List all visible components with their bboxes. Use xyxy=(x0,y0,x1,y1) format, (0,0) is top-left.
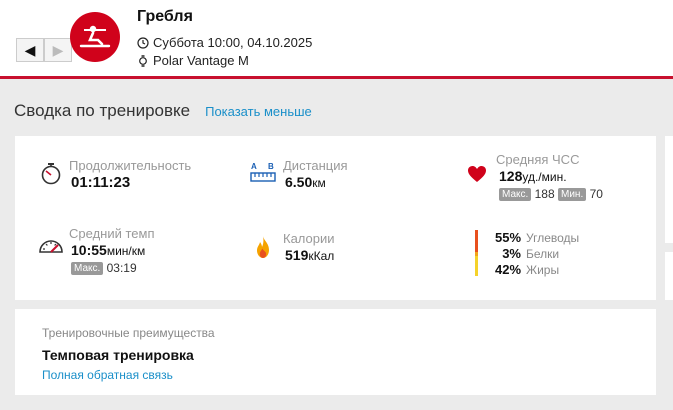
watch-icon xyxy=(139,54,147,67)
training-benefit-value: Темповая тренировка xyxy=(42,347,194,363)
macro-row-carbs: 55% Углеводы xyxy=(495,230,579,245)
pace-max: Макс. 03:19 xyxy=(71,261,137,275)
training-benefit-label: Тренировочные преимущества xyxy=(42,326,215,340)
distance-value: 6.50 xyxy=(285,174,313,190)
heart-rate-min-value: 70 xyxy=(589,187,603,201)
heart-rate-value: 128 xyxy=(499,168,523,184)
carbs-percent: 55% xyxy=(495,230,522,245)
pace-unit: мин/км xyxy=(106,244,146,258)
speedometer-icon xyxy=(39,240,63,253)
pace-value: 10:55 xyxy=(71,242,107,258)
flame-icon xyxy=(257,236,269,258)
protein-percent: 3% xyxy=(502,246,521,261)
max-badge: Макс. xyxy=(499,188,532,201)
fat-bar xyxy=(475,256,478,276)
activity-date: Суббота 10:00, 04.10.2025 xyxy=(137,35,312,50)
svg-text:A: A xyxy=(251,162,257,171)
clock-icon xyxy=(137,36,149,49)
calories-label: Калории xyxy=(283,231,335,246)
previous-activity-button[interactable]: ◀ xyxy=(16,38,44,62)
activity-header: ◀ ▶ Гребля Суббота 10:00, 04.10.2025 Pol… xyxy=(0,0,673,79)
summary-heading: Сводка по тренировке Показать меньше xyxy=(14,101,312,121)
next-activity-button[interactable]: ▶ xyxy=(44,38,72,62)
svg-text:B: B xyxy=(268,162,274,171)
stopwatch-icon xyxy=(41,163,61,185)
calories-unit: кКал xyxy=(308,249,335,263)
pace-label: Средний темп xyxy=(69,226,155,241)
heart-rate-max-value: 188 xyxy=(534,187,555,201)
rowing-icon xyxy=(70,12,120,62)
activity-title: Гребля xyxy=(137,8,193,25)
show-less-link[interactable]: Показать меньше xyxy=(205,104,312,119)
full-feedback-link[interactable]: Полная обратная связь xyxy=(42,368,173,382)
activity-device-text: Polar Vantage M xyxy=(153,53,249,68)
distance-value-row: 6.50км xyxy=(285,174,326,190)
side-panel-edge xyxy=(665,252,673,300)
distance-label: Дистанция xyxy=(283,158,348,173)
fat-name: Жиры xyxy=(526,263,560,277)
side-panel-edge xyxy=(665,136,673,243)
calories-value-row: 519кКал xyxy=(285,247,334,263)
protein-name: Белки xyxy=(526,247,560,261)
heart-rate-value-row: 128уд./мин. xyxy=(499,168,567,184)
distance-unit: км xyxy=(312,176,326,190)
activity-date-text: Суббота 10:00, 04.10.2025 xyxy=(153,35,313,50)
macro-row-protein: 3% Белки xyxy=(495,246,559,261)
pace-max-value: 03:19 xyxy=(106,261,137,275)
carbs-bar xyxy=(475,230,478,252)
pace-value-row: 10:55мин/км xyxy=(71,242,145,258)
calories-value: 519 xyxy=(285,247,309,263)
heart-rate-minmax: Макс. 188 Мин. 70 xyxy=(499,187,603,201)
heart-icon xyxy=(468,166,486,182)
duration-value: 01:11:23 xyxy=(71,174,131,191)
duration-label: Продолжительность xyxy=(69,158,192,173)
macro-row-fat: 42% Жиры xyxy=(495,262,559,277)
heart-rate-label: Средняя ЧСС xyxy=(496,152,580,167)
activity-device: Polar Vantage M xyxy=(137,53,249,68)
max-badge: Макс. xyxy=(71,262,104,275)
heart-rate-unit: уд./мин. xyxy=(522,170,567,184)
min-badge: Мин. xyxy=(558,188,587,201)
carbs-name: Углеводы xyxy=(526,231,580,245)
distance-icon: A B xyxy=(250,162,276,182)
summary-title: Сводка по тренировке xyxy=(14,101,191,120)
fat-percent: 42% xyxy=(495,262,522,277)
